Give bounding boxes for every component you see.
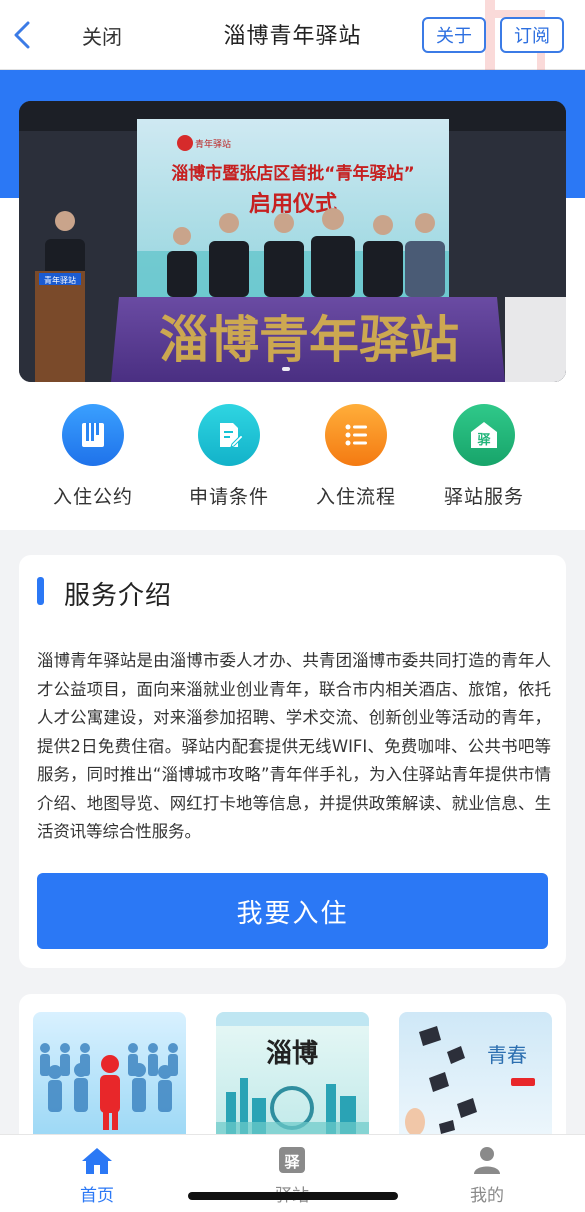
banner-photo: 青年驿站 淄博市暨张店区首批“青年驿站” 启用仪式 青年驿站 淄博青年驿站 (19, 101, 566, 382)
top-nav-bar: 关闭 淄博青年驿站 关于 订阅 (0, 0, 585, 70)
station-icon: 驿 (453, 404, 515, 466)
home-indicator (188, 1192, 398, 1200)
action-residence-convention[interactable]: 入住公约 (28, 400, 158, 520)
user-icon (474, 1147, 500, 1174)
podium-sign: 青年驿站 (44, 275, 76, 285)
quick-actions: 入住公约 申请条件 入住流程 驿 驿站服务 (19, 400, 566, 528)
checkin-button[interactable]: 我要入住 (37, 873, 548, 949)
tab-label: 首页 (80, 1186, 114, 1206)
screen-logo-text: 青年驿站 (195, 138, 231, 150)
action-checkin-process[interactable]: 入住流程 (291, 400, 421, 520)
thumbnail-youth-text: 青春 (487, 1043, 527, 1067)
page-title: 淄博青年驿站 (223, 24, 362, 49)
screen-subtitle: 淄博市暨张店区首批“青年驿站” (171, 163, 414, 184)
thumbnail-youth-dream[interactable]: 青春 (399, 1012, 552, 1142)
action-application-conditions[interactable]: 申请条件 (164, 400, 294, 520)
station-icon: 驿 (279, 1147, 305, 1173)
banner-carousel[interactable]: 青年驿站 淄博市暨张店区首批“青年驿站” 启用仪式 青年驿站 淄博青年驿站 (19, 101, 566, 382)
book-icon (62, 404, 124, 466)
action-label: 入住公约 (52, 486, 133, 508)
action-station-services[interactable]: 驿 驿站服务 (419, 400, 549, 520)
action-label: 入住流程 (315, 486, 396, 508)
tab-mine[interactable]: 我的 (427, 1145, 547, 1206)
about-button[interactable]: 关于 (422, 17, 486, 53)
svg-text:驿: 驿 (284, 1153, 300, 1171)
thumbnail-talent[interactable] (33, 1012, 186, 1142)
action-label: 申请条件 (188, 486, 269, 508)
list-icon (325, 404, 387, 466)
service-heading: 服务介绍 (64, 581, 173, 611)
service-description: 淄博青年驿站是由淄博市委人才办、共青团淄博市委共同打造的青年人才公益项目，面向来… (37, 651, 551, 841)
tab-home[interactable]: 首页 (37, 1145, 157, 1206)
home-icon (82, 1148, 112, 1174)
table-banner-text: 淄博青年驿站 (159, 311, 459, 369)
heading-accent-bar (37, 577, 44, 605)
action-label: 驿站服务 (443, 486, 524, 508)
service-intro-card: 服务介绍 淄博青年驿站是由淄博市委人才办、共青团淄博市委共同打造的青年人才公益项… (19, 555, 566, 968)
tab-label: 我的 (470, 1186, 504, 1206)
thumbnail-city-text: 淄博 (266, 1039, 318, 1069)
edit-document-icon (198, 404, 260, 466)
svg-text:驿: 驿 (477, 432, 491, 448)
thumbnail-zibo-city[interactable]: 淄博 (216, 1012, 369, 1142)
bottom-tab-bar: 首页 驿 驿站 我的 (0, 1134, 585, 1212)
subscribe-button[interactable]: 订阅 (500, 17, 564, 53)
